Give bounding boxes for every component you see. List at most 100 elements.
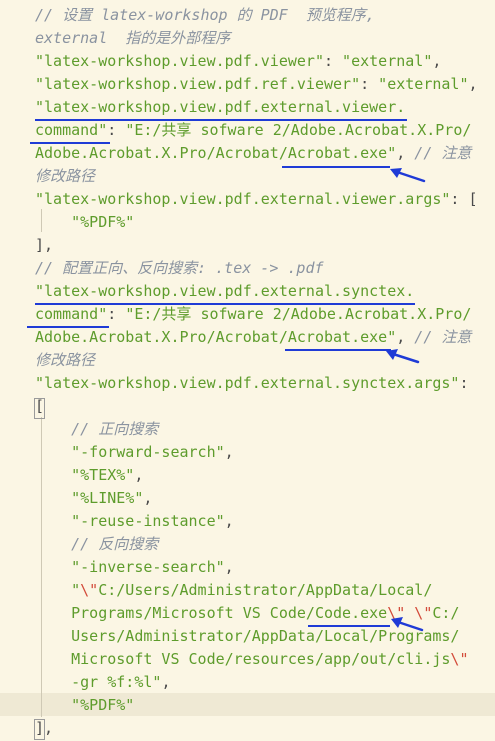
code-punctuation [35,581,71,599]
code-line[interactable]: // 反向搜索 [0,533,495,556]
code-line[interactable]: "latex-workshop.view.pdf.external.syncte… [0,372,495,395]
code-punctuation [35,489,71,507]
annotation-arrow-icon [391,617,424,632]
annotation-underline [285,349,391,351]
code-punctuation [35,512,71,530]
code-punctuation [35,696,71,714]
code-string: command" [35,121,108,139]
code-line[interactable]: // 正向搜索 [0,418,495,441]
annotation-underline [282,166,390,168]
code-punctuation: , [224,558,234,576]
code-comment: // 正向搜索 [71,420,159,438]
code-punctuation: , [224,512,234,530]
code-comment: // 设置 latex-workshop 的 PDF 预览程序, [35,6,375,24]
code-string: "latex-workshop.view.pdf.ref.viewer" [35,75,361,93]
annotation-underline [35,303,415,305]
code-punctuation [35,466,71,484]
code-line[interactable]: "%LINE%", [0,487,495,510]
code-string: "-forward-search" [71,443,225,461]
code-line[interactable]: Microsoft VS Code/resources/app/out/cli.… [0,648,495,671]
code-string: C:/ [432,604,460,622]
code-punctuation: , [143,489,153,507]
code-string: " [71,581,81,599]
code-line[interactable]: "latex-workshop.view.pdf.external.viewer… [0,188,495,211]
code-punctuation [35,213,71,231]
annotation-underline [35,119,407,121]
code-comment: external 指的是外部程序 [35,29,231,47]
code-editor[interactable]: { "lines": [ {"y": 0, "segs": [{"x": 35,… [0,0,495,741]
code-string: command" [35,305,108,323]
code-line[interactable]: ], [0,234,495,257]
code-string: \" [80,581,99,599]
code-string: Adobe.Acrobat.X.Pro/Acrobat/Acrobat.exe" [35,144,397,162]
code-string: Adobe.Acrobat.X.Pro/Acrobat/Acrobat.exe" [35,328,397,346]
code-string: \" [450,650,469,668]
code-punctuation: , [396,328,415,346]
annotation-arrow-icon [386,349,420,364]
code-punctuation: , [134,466,144,484]
code-string: "external" [378,75,469,93]
code-line[interactable]: "-inverse-search", [0,556,495,579]
code-comment: // 注意 [414,328,472,346]
code-comment: 修改路径 [35,351,96,369]
code-punctuation: [ [35,397,45,415]
code-string: "-reuse-instance" [71,512,225,530]
code-comment: 修改路径 [35,167,96,185]
code-string: "%PDF%" [71,213,135,231]
code-string: Programs/Microsoft VS Code/Code.exe [71,604,388,622]
code-line[interactable]: command": "E:/共享 sofware 2/Adobe.Acrobat… [0,119,495,142]
code-comment: // 反向搜索 [71,535,159,553]
code-punctuation: , [432,52,442,70]
code-string: "latex-workshop.view.pdf.viewer" [35,52,324,70]
code-comment: // 配置正向、反向搜索: .tex -> .pdf [35,259,324,277]
code-punctuation [35,604,71,622]
code-line[interactable]: // 配置正向、反向搜索: .tex -> .pdf [0,257,495,280]
code-punctuation [35,627,71,645]
code-string: "-inverse-search" [71,558,225,576]
annotation-underline [30,142,110,144]
code-line[interactable]: "-forward-search", [0,441,495,464]
code-line[interactable]: -gr %f:%l", [0,671,495,694]
code-string: C:/Users/Administrator/AppData/Local/ [98,581,433,599]
code-punctuation: : [ [450,190,478,208]
annotation-arrow-icon [390,168,426,183]
code-line[interactable]: "%TEX%", [0,464,495,487]
code-line[interactable]: "latex-workshop.view.pdf.ref.viewer": "e… [0,73,495,96]
code-line[interactable]: "latex-workshop.view.pdf.external.syncte… [0,280,495,303]
code-string: Microsoft VS Code/resources/app/out/cli.… [71,650,451,668]
code-punctuation [35,420,71,438]
code-line[interactable]: command": "E:/共享 sofware 2/Adobe.Acrobat… [0,303,495,326]
code-line[interactable]: "%PDF%" [0,694,495,717]
code-punctuation: , [161,673,171,691]
code-line[interactable]: "latex-workshop.view.pdf.external.viewer… [0,96,495,119]
code-string: "latex-workshop.view.pdf.external.viewer… [35,98,406,116]
code-punctuation: , [396,144,415,162]
code-line[interactable]: [ [0,395,495,418]
code-line[interactable]: external 指的是外部程序 [0,27,495,50]
code-punctuation: ], [35,236,54,254]
code-string: -gr %f:%l" [71,673,162,691]
code-line[interactable]: "latex-workshop.view.pdf.viewer": "exter… [0,50,495,73]
code-string: "%TEX%" [71,466,135,484]
code-line[interactable]: "-reuse-instance", [0,510,495,533]
code-punctuation: , [468,75,478,93]
code-string: "latex-workshop.view.pdf.external.syncte… [35,282,415,300]
code-punctuation [35,558,71,576]
code-string: "latex-workshop.view.pdf.external.viewer… [35,190,451,208]
code-string: "E:/共享 sofware 2/Adobe.Acrobat.X.Pro/ [125,121,472,139]
code-line[interactable]: "\"C:/Users/Administrator/AppData/Local/ [0,579,495,602]
code-line[interactable]: ], [0,717,495,740]
code-string: "%PDF%" [71,696,135,714]
code-punctuation: : [107,305,126,323]
code-punctuation: : [360,75,379,93]
annotation-underline [308,625,390,627]
code-line[interactable]: // 设置 latex-workshop 的 PDF 预览程序, [0,4,495,27]
code-punctuation: : [459,374,469,392]
code-punctuation [35,673,71,691]
annotation-underline [27,326,109,328]
code-comment: // 注意 [414,144,472,162]
code-string: "E:/共享 sofware 2/Adobe.Acrobat.X.Pro/ [125,305,472,323]
code-punctuation [35,443,71,461]
code-line[interactable]: Adobe.Acrobat.X.Pro/Acrobat/Acrobat.exe"… [0,142,495,165]
code-line[interactable]: "%PDF%" [0,211,495,234]
